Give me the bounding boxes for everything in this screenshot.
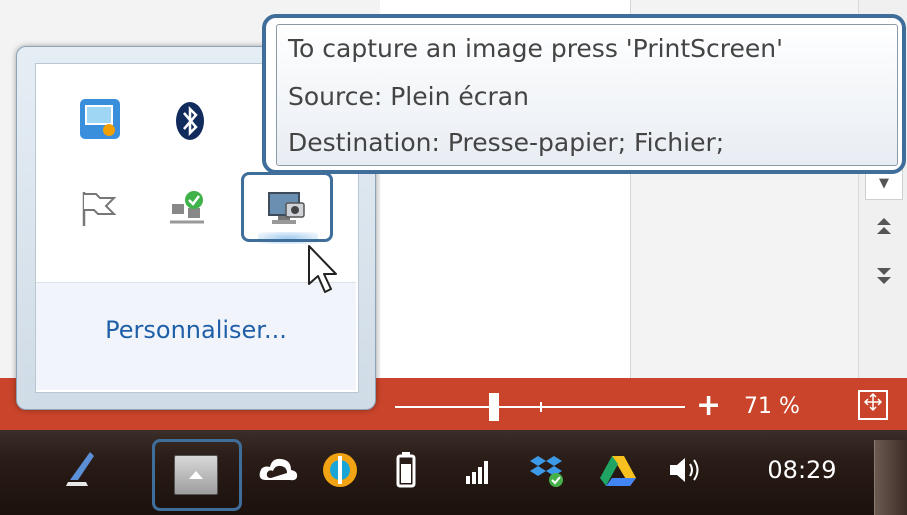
network-share-icon[interactable]: [77, 96, 123, 142]
show-desktop-button[interactable]: [874, 440, 907, 515]
fit-to-window-button[interactable]: [858, 390, 888, 420]
zoom-slider-center-tick: [540, 402, 542, 412]
google-drive-icon[interactable]: [596, 448, 640, 492]
previous-page-button[interactable]: [859, 212, 907, 252]
tooltip-line-capture: To capture an image press 'PrintScreen': [288, 34, 784, 63]
zoom-slider-thumb[interactable]: [488, 393, 499, 421]
double-chevron-down-icon: [876, 268, 891, 284]
mouse-cursor-icon: [308, 245, 337, 293]
screen-capture-highlight: [241, 172, 333, 242]
show-hidden-icons-inner[interactable]: [174, 455, 218, 495]
pinned-app-icon[interactable]: [60, 446, 104, 490]
flag-icon[interactable]: [74, 186, 120, 232]
battery-icon[interactable]: [384, 448, 428, 492]
tooltip-line-destination: Destination: Presse-papier; Fichier;: [288, 128, 725, 157]
app-ring-icon[interactable]: [318, 448, 362, 492]
cloud-icon[interactable]: [256, 448, 300, 492]
next-page-button[interactable]: [859, 262, 907, 302]
taskbar-clock[interactable]: 08:29: [752, 448, 852, 492]
zoom-level[interactable]: 71 %: [744, 390, 824, 424]
chevron-up-icon: [189, 471, 203, 479]
zoom-in-button[interactable]: +: [696, 386, 721, 426]
network-sync-icon[interactable]: [164, 186, 210, 232]
bluetooth-icon[interactable]: [167, 98, 213, 144]
double-chevron-up-icon: [876, 218, 891, 234]
tooltip-line-source: Source: Plein écran: [288, 82, 529, 111]
signal-icon[interactable]: [458, 448, 502, 492]
customize-link[interactable]: Personnaliser...: [36, 310, 356, 350]
fit-window-icon: [863, 392, 883, 412]
dropbox-icon[interactable]: [526, 448, 570, 492]
volume-icon[interactable]: [664, 448, 708, 492]
